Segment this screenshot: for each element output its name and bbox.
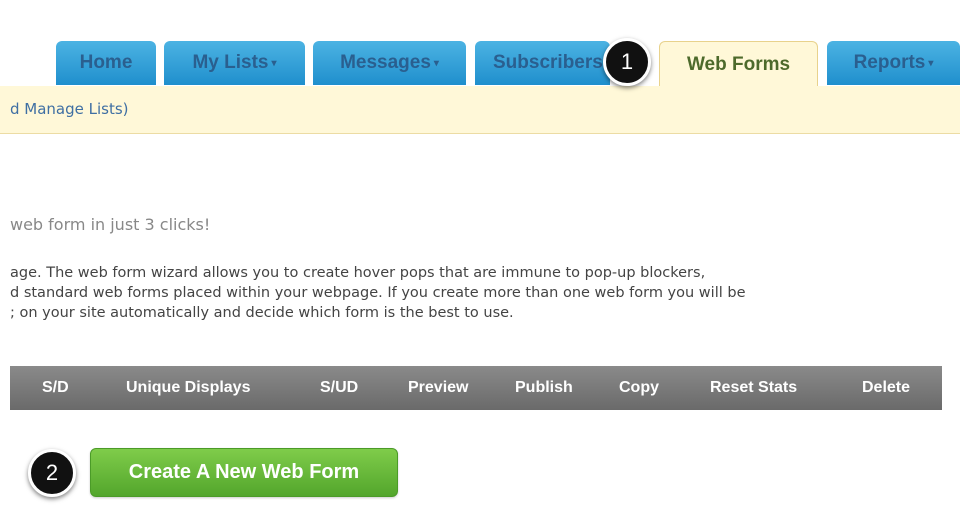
chevron-down-icon: ▾ bbox=[928, 57, 934, 69]
tab-my-lists-label: My Lists bbox=[192, 52, 269, 73]
create-web-form-label: Create A New Web Form bbox=[128, 461, 360, 483]
page-heading: web form in just 3 clicks! bbox=[10, 215, 211, 234]
tab-web-forms-label: Web Forms bbox=[686, 53, 791, 75]
step-number: 2 bbox=[45, 460, 59, 485]
tab-reports[interactable]: Reports ▾ bbox=[827, 41, 960, 85]
column-preview: Preview bbox=[408, 379, 469, 396]
tab-web-forms[interactable]: Web Forms bbox=[659, 41, 818, 87]
tab-home[interactable]: Home bbox=[56, 41, 156, 85]
description-line: age. The web form wizard allows you to c… bbox=[10, 265, 706, 281]
description: age. The web form wizard allows you to c… bbox=[10, 263, 960, 323]
column-copy: Copy bbox=[619, 379, 659, 396]
tab-messages-label: Messages bbox=[340, 52, 431, 73]
column-publish: Publish bbox=[515, 379, 573, 396]
tab-my-lists[interactable]: My Lists ▾ bbox=[164, 41, 305, 85]
subnav-link[interactable]: d Manage Lists) bbox=[10, 100, 129, 118]
tab-reports-label: Reports bbox=[853, 52, 926, 73]
tab-subscribers-label: Subscribers bbox=[493, 52, 603, 73]
description-line: ; on your site automatically and decide … bbox=[10, 305, 514, 321]
step-callout-1: 1 bbox=[603, 38, 651, 86]
chevron-down-icon: ▾ bbox=[433, 57, 439, 69]
column-sd: S/D bbox=[42, 379, 69, 396]
description-line: d standard web forms placed within your … bbox=[10, 285, 746, 301]
column-unique-displays: Unique Displays bbox=[126, 379, 251, 396]
column-delete: Delete bbox=[862, 379, 911, 396]
tab-home-label: Home bbox=[79, 52, 133, 73]
chevron-down-icon: ▾ bbox=[271, 57, 277, 69]
step-callout-2: 2 bbox=[28, 449, 76, 497]
subnav-bar: d Manage Lists) bbox=[0, 86, 960, 134]
table-header: S/D Unique Displays S/UD Preview Publish… bbox=[10, 366, 942, 410]
step-number: 1 bbox=[620, 49, 634, 74]
tab-subscribers[interactable]: Subscribers bbox=[475, 41, 610, 85]
column-sud: S/UD bbox=[320, 379, 359, 396]
column-reset-stats: Reset Stats bbox=[710, 379, 798, 396]
tab-messages[interactable]: Messages ▾ bbox=[313, 41, 466, 85]
create-web-form-button[interactable]: Create A New Web Form bbox=[90, 448, 398, 497]
